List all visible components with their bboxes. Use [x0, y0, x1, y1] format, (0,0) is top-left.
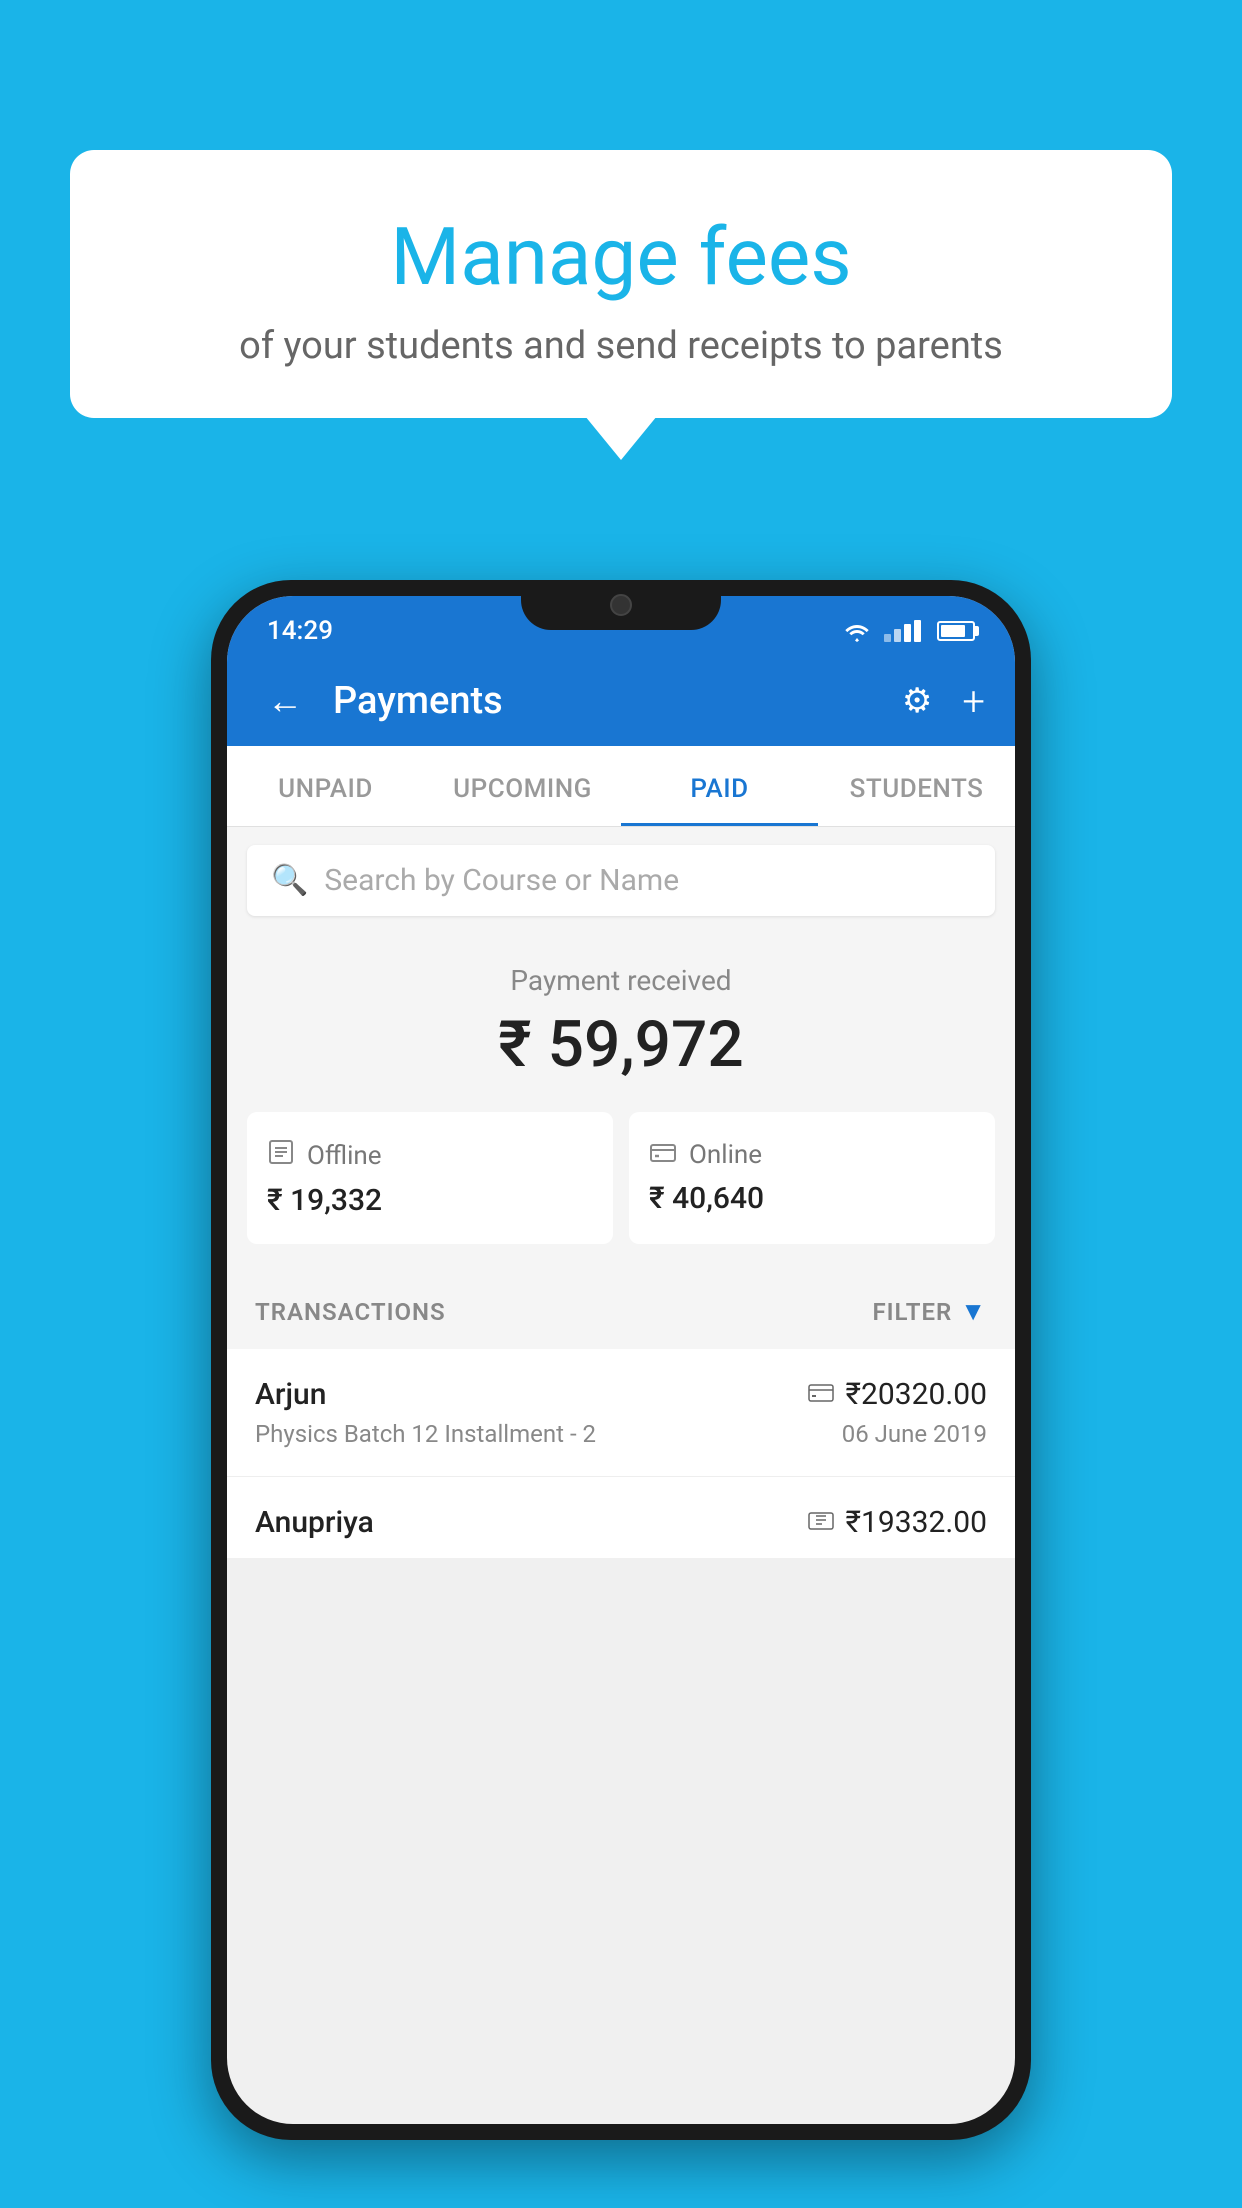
search-icon: 🔍 [271, 863, 308, 898]
app-bar-title: Payments [333, 679, 882, 723]
transaction-date: 06 June 2019 [842, 1420, 987, 1448]
tab-upcoming[interactable]: UPCOMING [424, 746, 621, 826]
tab-unpaid[interactable]: UNPAID [227, 746, 424, 826]
signal-icon [884, 620, 921, 642]
offline-card-header: Offline [267, 1138, 593, 1173]
transaction-amount-wrap: ₹20320.00 [808, 1377, 987, 1412]
transaction-bottom: Physics Batch 12 Installment - 2 06 June… [255, 1420, 987, 1448]
payment-cards: Offline ₹ 19,332 [247, 1112, 995, 1244]
filter-label: FILTER [872, 1298, 952, 1326]
filter-button[interactable]: FILTER ▼ [872, 1296, 987, 1327]
transaction-course: Physics Batch 12 Installment - 2 [255, 1420, 596, 1448]
add-button[interactable]: + [962, 678, 985, 725]
app-bar: ← Payments ⚙ + [227, 656, 1015, 746]
payment-total-amount: ₹ 59,972 [247, 1007, 995, 1082]
transaction-row[interactable]: Anupriya ₹19332.00 [227, 1477, 1015, 1558]
speech-bubble: Manage fees of your students and send re… [70, 150, 1172, 418]
online-label: Online [689, 1140, 762, 1170]
transaction-top: Anupriya ₹19332.00 [255, 1505, 987, 1540]
bubble-title: Manage fees [130, 210, 1112, 304]
tab-paid[interactable]: PAID [621, 746, 818, 826]
offline-label: Offline [307, 1141, 382, 1171]
online-payment-card: Online ₹ 40,640 [629, 1112, 995, 1244]
speech-bubble-container: Manage fees of your students and send re… [70, 150, 1172, 418]
search-placeholder: Search by Course or Name [324, 863, 679, 898]
phone-screen: 14:29 [227, 596, 1015, 2124]
transactions-label: TRANSACTIONS [255, 1298, 446, 1326]
transaction-name: Anupriya [255, 1505, 374, 1540]
phone-notch [521, 580, 721, 630]
transaction-amount: ₹20320.00 [846, 1377, 987, 1412]
app-bar-icons: ⚙ + [902, 678, 985, 725]
transaction-amount: ₹19332.00 [846, 1505, 987, 1540]
bubble-subtitle: of your students and send receipts to pa… [130, 324, 1112, 368]
wifi-icon [842, 620, 872, 642]
transaction-row[interactable]: Arjun ₹20320.00 Physics Batch 1 [227, 1349, 1015, 1477]
transactions-header: TRANSACTIONS FILTER ▼ [227, 1274, 1015, 1349]
status-icons [842, 620, 975, 642]
transaction-amount-wrap: ₹19332.00 [808, 1505, 987, 1540]
phone-frame: 14:29 [211, 580, 1031, 2140]
offline-payment-card: Offline ₹ 19,332 [247, 1112, 613, 1244]
online-amount: ₹ 40,640 [649, 1181, 975, 1216]
online-card-header: Online [649, 1138, 975, 1171]
filter-icon: ▼ [960, 1296, 987, 1327]
status-time: 14:29 [267, 616, 333, 646]
tabs-bar: UNPAID UPCOMING PAID STUDENTS [227, 746, 1015, 827]
phone-container: 14:29 [211, 580, 1031, 2140]
phone-camera [610, 594, 632, 616]
settings-button[interactable]: ⚙ [902, 681, 932, 721]
transaction-name: Arjun [255, 1377, 326, 1412]
transaction-top: Arjun ₹20320.00 [255, 1377, 987, 1412]
search-bar[interactable]: 🔍 Search by Course or Name [247, 845, 995, 916]
battery-icon [937, 621, 975, 641]
search-container: 🔍 Search by Course or Name [227, 827, 1015, 934]
payment-received-label: Payment received [247, 964, 995, 997]
back-button[interactable]: ← [257, 670, 313, 732]
battery-fill [941, 625, 965, 637]
transaction-mode-icon [808, 1381, 834, 1409]
payment-summary: Payment received ₹ 59,972 [227, 934, 1015, 1274]
offline-amount: ₹ 19,332 [267, 1183, 593, 1218]
offline-icon [267, 1138, 295, 1173]
transaction-mode-icon [808, 1509, 834, 1537]
tab-students[interactable]: STUDENTS [818, 746, 1015, 826]
online-icon [649, 1138, 677, 1171]
